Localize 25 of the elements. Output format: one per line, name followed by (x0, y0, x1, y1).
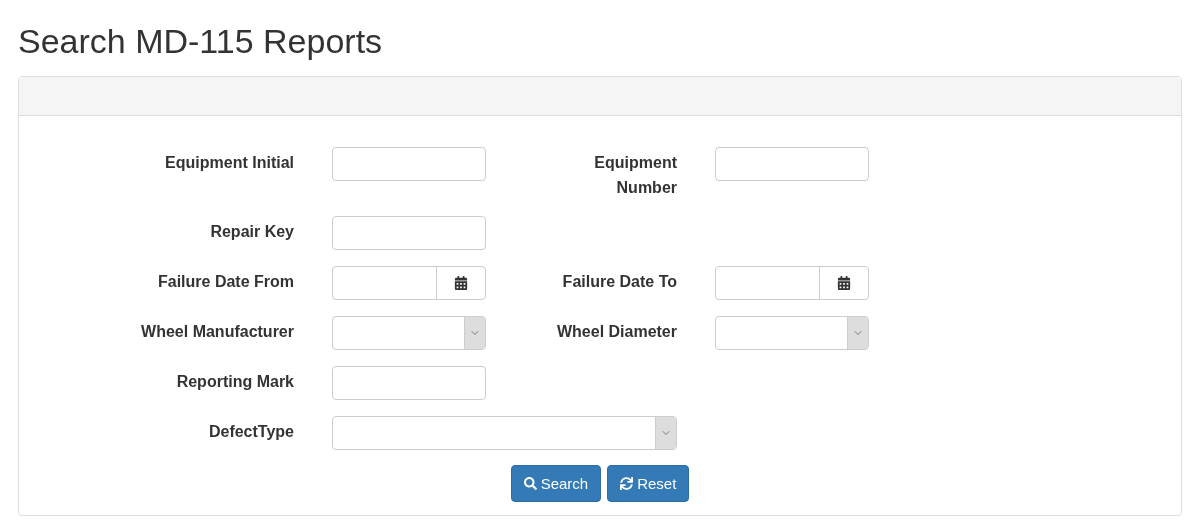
field-label: Wheel Diameter (555, 322, 677, 342)
search-button[interactable]: Search (510, 465, 602, 502)
calendar-icon[interactable] (454, 276, 468, 290)
field-label: Reporting Mark (175, 372, 294, 392)
text-field[interactable] (332, 147, 486, 181)
field-label: Failure Date To (561, 272, 677, 292)
dropdown-field[interactable] (332, 316, 486, 350)
field-label: DefectType (207, 422, 294, 442)
dropdown-field[interactable] (332, 416, 677, 450)
reset-button[interactable]: Reset (607, 465, 690, 502)
field-label: Repair Key (209, 222, 294, 242)
text-field[interactable] (715, 147, 869, 181)
page-title: Search MD-115 Reports (18, 21, 384, 62)
text-field[interactable] (332, 216, 486, 250)
search-icon (523, 477, 537, 490)
date-field[interactable] (332, 266, 486, 300)
calendar-icon[interactable] (837, 276, 851, 290)
text-field[interactable] (332, 366, 486, 400)
field-label: Wheel Manufacturer (140, 322, 294, 342)
field-label: Equipment Initial (164, 153, 294, 173)
refresh-icon (620, 477, 634, 490)
field-label: Failure Date From (156, 272, 294, 292)
dropdown-field[interactable] (715, 316, 869, 350)
date-field[interactable] (715, 266, 869, 300)
field-label: Equipment Number (593, 153, 677, 198)
